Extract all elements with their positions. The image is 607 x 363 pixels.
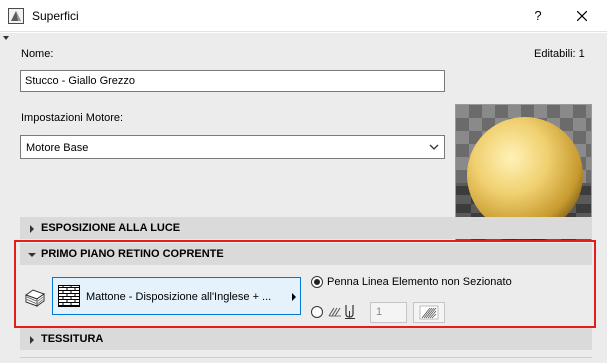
app-icon xyxy=(8,8,24,24)
window-title: Superfici xyxy=(32,9,79,23)
engine-label: Impostazioni Motore: xyxy=(21,112,124,124)
section-light[interactable]: ESPOSIZIONE ALLA LUCE xyxy=(20,217,592,239)
section-texture[interactable]: TESSITURA xyxy=(20,328,592,350)
name-label: Nome: xyxy=(21,48,54,60)
section-light-title: ESPOSIZIONE ALLA LUCE xyxy=(41,222,181,234)
collapse-arrow-icon[interactable] xyxy=(3,36,9,40)
engine-select-value: Motore Base xyxy=(26,142,89,154)
chevron-right-icon xyxy=(28,335,36,344)
chevron-down-icon xyxy=(428,141,440,153)
title-bar: Superfici ? xyxy=(0,0,607,32)
highlight-frame xyxy=(14,240,596,328)
editable-count: Editabili: 1 xyxy=(534,48,585,60)
name-input[interactable] xyxy=(20,70,445,92)
chevron-right-icon xyxy=(28,224,36,233)
engine-select[interactable]: Motore Base xyxy=(20,135,445,159)
close-icon xyxy=(576,10,588,24)
section-texture-title: TESSITURA xyxy=(41,333,104,345)
help-button[interactable]: ? xyxy=(524,4,552,28)
close-button[interactable] xyxy=(568,4,596,28)
section-divider xyxy=(20,357,592,358)
